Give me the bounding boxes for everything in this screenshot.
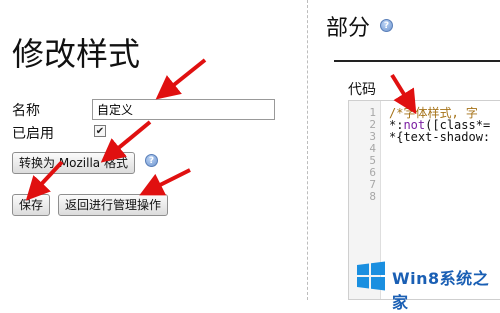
line-number: 2 <box>369 118 376 131</box>
back-to-manage-button[interactable]: 返回进行管理操作 <box>58 194 169 216</box>
enabled-checkbox[interactable]: ✔ <box>94 125 106 137</box>
line-number: 5 <box>369 154 376 167</box>
convert-mozilla-format-button[interactable]: 转换为 Mozilla 格式 <box>12 152 135 174</box>
sections-panel: 部分 ? 代码 1 2 3 4 5 6 7 8 /*字体样式, 字 *:not(… <box>308 0 500 300</box>
edit-style-panel: 修改样式 名称 已启用 ✔ 转换为 Mozilla 格式 ? 保存 返回进行管理… <box>0 0 306 300</box>
section-divider <box>334 60 500 62</box>
line-number: 3 <box>369 130 376 143</box>
windows-logo-icon <box>357 261 385 291</box>
code-line-3: *{text-shadow: <box>389 130 491 144</box>
line-number: 7 <box>369 178 376 191</box>
help-icon[interactable]: ? <box>145 154 158 167</box>
name-label: 名称 <box>12 103 40 119</box>
save-button[interactable]: 保存 <box>12 194 51 216</box>
code-label: 代码 <box>348 82 376 98</box>
line-number: 8 <box>369 190 376 203</box>
watermark-text: Win8系统之家 <box>392 269 490 312</box>
line-number: 4 <box>369 142 376 155</box>
section-title: 部分 <box>326 16 371 41</box>
page-title: 修改样式 <box>12 35 141 73</box>
enabled-label: 已启用 <box>12 126 54 142</box>
name-field[interactable] <box>92 99 275 120</box>
watermark: Win8系统之家 <box>356 257 498 312</box>
line-number: 6 <box>369 166 376 179</box>
line-number: 1 <box>369 106 376 119</box>
help-icon[interactable]: ? <box>380 19 393 32</box>
